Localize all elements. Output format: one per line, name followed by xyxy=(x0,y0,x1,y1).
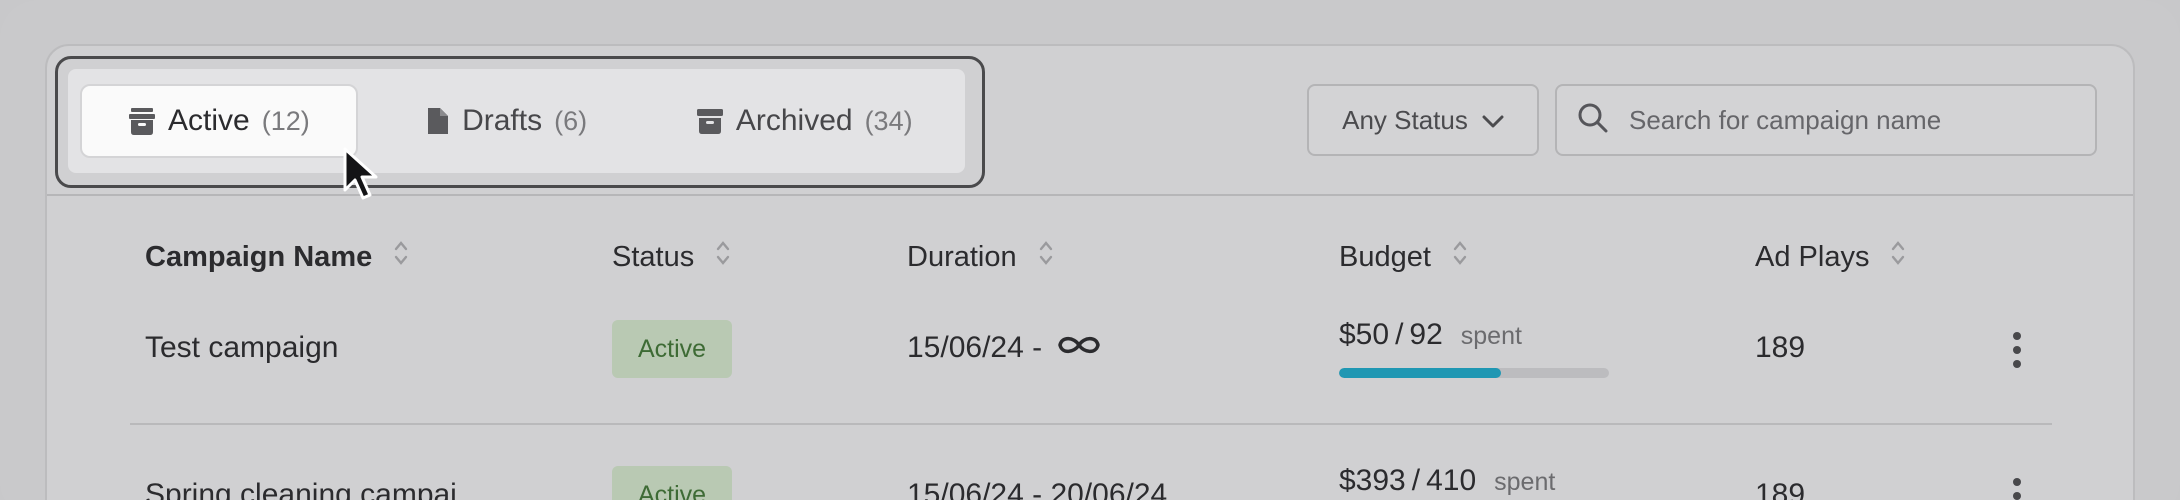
sort-icon xyxy=(1453,238,1467,276)
column-header-label: Status xyxy=(612,240,695,273)
column-header-status[interactable]: Status xyxy=(612,238,730,276)
column-header-label: Budget xyxy=(1339,240,1431,273)
budget-total: 410 xyxy=(1426,464,1477,497)
budget-separator: / xyxy=(1411,464,1421,497)
archive-box-icon xyxy=(128,106,156,136)
column-header-label: Ad Plays xyxy=(1755,240,1870,273)
sort-icon xyxy=(716,238,730,276)
budget-progress-fill xyxy=(1339,368,1501,378)
ad-plays: 189 xyxy=(1755,478,1806,500)
budget-spent: $50 xyxy=(1339,318,1390,351)
duration-cell: 15/06/24 - 20/06/24 xyxy=(907,478,1168,500)
more-options-icon[interactable] xyxy=(2013,332,2023,374)
ad-plays: 189 xyxy=(1755,331,1806,364)
duration-start: 15/06/24 - xyxy=(907,331,1051,364)
tab-active[interactable]: Active (12) xyxy=(80,84,358,158)
document-icon xyxy=(426,106,450,136)
tab-bar: Active (12) Drafts (6) Archived (34) xyxy=(68,69,965,173)
app-window: Active (12) Drafts (6) Archived (34) Any… xyxy=(0,0,2180,500)
campaign-name[interactable]: Test campaign xyxy=(145,331,338,365)
tab-drafts[interactable]: Drafts (6) xyxy=(358,84,656,158)
tab-active-count: (12) xyxy=(261,105,310,136)
search-icon xyxy=(1577,102,1609,139)
budget-separator: / xyxy=(1395,318,1404,351)
tab-archived[interactable]: Archived (34) xyxy=(655,84,953,158)
budget-suffix: spent xyxy=(1460,322,1522,350)
status-filter-dropdown[interactable]: Any Status xyxy=(1307,84,1539,156)
status-badge: Active xyxy=(612,320,732,378)
column-header-budget[interactable]: Budget xyxy=(1339,238,1467,276)
tab-active-label: Active xyxy=(168,104,250,137)
infinity-icon xyxy=(1056,331,1102,365)
tab-drafts-label: Drafts xyxy=(462,104,543,137)
status-filter-label: Any Status xyxy=(1342,104,1468,135)
campaigns-panel: Active (12) Drafts (6) Archived (34) Any… xyxy=(45,44,2135,500)
mouse-cursor-icon xyxy=(342,146,382,209)
sort-icon xyxy=(394,238,408,276)
chevron-down-icon xyxy=(1482,105,1504,136)
column-header-ad-plays[interactable]: Ad Plays xyxy=(1755,238,1905,276)
sort-icon xyxy=(1891,238,1905,276)
duration-cell: 15/06/24 - xyxy=(907,331,1102,365)
archive-icon xyxy=(696,107,724,135)
budget-spent: $393 xyxy=(1339,464,1406,497)
column-header-label: Duration xyxy=(907,240,1017,273)
sort-icon xyxy=(1039,238,1053,276)
budget-cell: $393 / 410 spent xyxy=(1339,464,1555,498)
column-header-duration[interactable]: Duration xyxy=(907,238,1053,276)
status-badge: Active xyxy=(612,466,732,500)
campaign-name[interactable]: Spring cleaning campai xyxy=(145,478,457,500)
budget-suffix: spent xyxy=(1494,468,1556,496)
budget-total: 92 xyxy=(1409,318,1443,351)
more-options-icon[interactable] xyxy=(2013,478,2023,500)
tab-archived-label: Archived xyxy=(735,104,853,137)
row-divider xyxy=(130,423,2052,425)
budget-cell: $50 / 92 spent xyxy=(1339,318,1522,352)
column-header-label: Campaign Name xyxy=(145,240,373,273)
search-box[interactable] xyxy=(1555,84,2097,156)
tab-archived-count: (34) xyxy=(864,105,913,136)
budget-progress-bar xyxy=(1339,368,1609,378)
column-header-campaign-name[interactable]: Campaign Name xyxy=(145,238,408,276)
tab-drafts-count: (6) xyxy=(554,105,588,136)
search-input[interactable] xyxy=(1629,104,2089,136)
